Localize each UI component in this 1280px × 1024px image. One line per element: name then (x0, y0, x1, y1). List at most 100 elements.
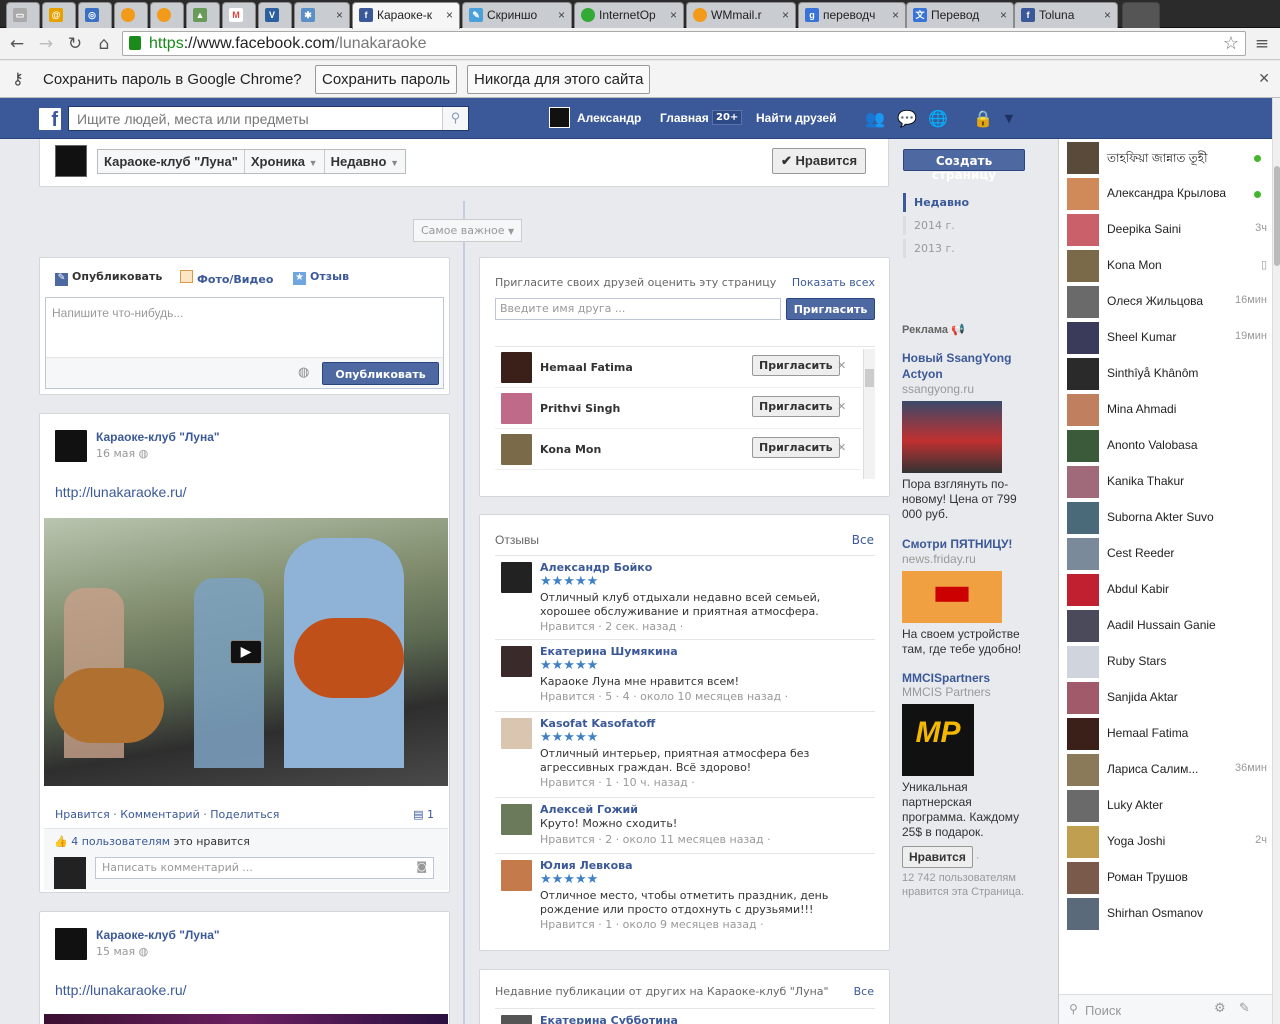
like-link[interactable]: Нравится (55, 808, 110, 821)
menu-icon[interactable]: ≡ (1252, 34, 1272, 54)
avatar[interactable] (501, 434, 532, 465)
audience-globe-icon[interactable]: ◍ (298, 365, 309, 380)
profile-link[interactable]: Александр (577, 111, 641, 125)
share-link[interactable]: Поделиться (210, 808, 279, 821)
video-thumbnail[interactable] (44, 1014, 448, 1024)
browser-tab[interactable]: @ (42, 2, 76, 28)
remove-icon[interactable]: ✕ (837, 359, 846, 372)
find-friends-link[interactable]: Найти друзей (756, 111, 836, 125)
avatar[interactable] (501, 1015, 532, 1024)
browser-tab[interactable]: M (222, 2, 256, 28)
back-icon[interactable]: ← (7, 34, 27, 54)
chat-friend-row[interactable]: Mina Ahmadi (1067, 393, 1267, 427)
home-icon[interactable]: ⌂ (94, 34, 114, 54)
avatar[interactable] (501, 804, 532, 835)
ad-title[interactable]: Новый SsangYong Actyon (902, 350, 1027, 382)
browser-tab[interactable]: WMmail.r × (686, 2, 796, 28)
privacy-lock-icon[interactable]: 🔒 (972, 109, 994, 129)
messages-icon[interactable]: 💬 (896, 109, 918, 129)
chat-friend-row[interactable]: Cest Reeder (1067, 537, 1267, 571)
new-tab-button[interactable] (1122, 2, 1160, 28)
browser-tab[interactable] (114, 2, 148, 28)
browser-tab[interactable]: g переводч × (798, 2, 906, 28)
tab-photo-video[interactable]: Фото/Видео (180, 270, 273, 286)
chat-friend-row[interactable]: Ruby Stars (1067, 645, 1267, 679)
post-link[interactable]: http://lunakaraoke.ru/ (55, 982, 187, 998)
share-count[interactable]: ▤ 1 (413, 808, 434, 821)
tab-review[interactable]: ★ Отзыв (293, 270, 349, 285)
composer-textarea[interactable]: Напишите что-нибудь... (52, 306, 183, 320)
post-author[interactable]: Караоке-клуб "Луна" (96, 928, 220, 942)
chat-friend-row[interactable]: Suborna Akter Suvo (1067, 501, 1267, 535)
url-bar[interactable]: https://www.facebook.com/lunakaraoke ☆ (122, 31, 1246, 56)
scrollbar-thumb[interactable] (1274, 166, 1280, 266)
chat-friend-row[interactable]: Yoga Joshi 2ч (1067, 825, 1267, 859)
invite-friend-button[interactable]: Пригласить (752, 437, 840, 458)
chat-friend-row[interactable]: Kona Mon ▯ (1067, 249, 1267, 283)
publish-button[interactable]: Опубликовать (322, 362, 439, 385)
review-meta[interactable]: Нравится · 1 · около 9 месяцев назад · (540, 918, 764, 931)
tab-publish[interactable]: ✎ Опубликовать (55, 270, 162, 286)
browser-tab[interactable]: ✎ Скриншо × (462, 2, 572, 28)
ad-title[interactable]: Смотри ПЯТНИЦУ! (902, 536, 1027, 552)
browser-tab[interactable]: 文 Перевод × (906, 2, 1014, 28)
facebook-logo[interactable]: f (39, 108, 61, 131)
page-logo[interactable] (55, 145, 87, 177)
ad-image-car[interactable] (902, 401, 1002, 473)
show-all-link[interactable]: Показать всех (792, 276, 875, 289)
close-tab-icon[interactable]: × (558, 8, 565, 22)
never-save-button[interactable]: Никогда для этого сайта (467, 65, 651, 94)
chat-friend-row[interactable]: Hemaal Fatima (1067, 717, 1267, 751)
reviewer-name[interactable]: Юлия Левкова (540, 859, 633, 872)
likers-link[interactable]: 4 пользователям (71, 835, 170, 848)
browser-tab[interactable]: ✱ × (294, 2, 350, 28)
close-tab-icon[interactable]: × (782, 8, 789, 22)
comment-link[interactable]: Комментарий (120, 808, 200, 821)
chat-friend-row[interactable]: Александра Крылова (1067, 177, 1267, 211)
reviewer-name[interactable]: Александр Бойко (540, 561, 652, 574)
ad-domain[interactable]: news.friday.ru (902, 552, 1027, 566)
avatar[interactable] (501, 860, 532, 891)
search-input[interactable]: Ищите людей, места или предметы ⚲ (68, 106, 469, 131)
page-scrollbar[interactable] (1272, 98, 1280, 1024)
comment-input[interactable]: Написать комментарий ... ◙ (95, 857, 434, 879)
chat-friend-row[interactable]: Kanika Thakur (1067, 465, 1267, 499)
video-thumbnail[interactable]: ▶ (44, 518, 448, 786)
post-date[interactable]: 15 мая ◍ (96, 945, 148, 958)
browser-tab-active[interactable]: f Караоке-к × (352, 2, 460, 29)
chat-friend-row[interactable]: Luky Akter (1067, 789, 1267, 823)
chat-friend-row[interactable]: Лариса Салим... 36мин (1067, 753, 1267, 787)
close-tab-icon[interactable]: × (1000, 8, 1007, 22)
ad-domain[interactable]: MMCIS Partners (902, 685, 1027, 699)
avatar[interactable] (549, 107, 570, 128)
close-tab-icon[interactable]: × (336, 8, 343, 22)
close-tab-icon[interactable]: × (892, 8, 899, 22)
ad-image-friday[interactable]: ▇▇▇ (902, 571, 1002, 623)
ad-domain[interactable]: ssangyong.ru (902, 382, 1027, 396)
ad-like-button[interactable]: Нравится (902, 846, 973, 868)
save-password-button[interactable]: Сохранить пароль (315, 65, 458, 94)
remove-icon[interactable]: ✕ (837, 400, 846, 413)
close-tab-icon[interactable]: × (670, 8, 677, 22)
chat-friend-row[interactable]: Abdul Kabir (1067, 573, 1267, 607)
ad-logo-mmcis[interactable]: MP (902, 704, 974, 776)
bookmark-star-icon[interactable]: ☆ (1223, 33, 1239, 54)
browser-tab[interactable]: f Toluna × (1014, 2, 1118, 28)
chat-friend-row[interactable]: Deepika Saini 3ч (1067, 213, 1267, 247)
remove-icon[interactable]: ✕ (837, 441, 846, 454)
chat-friend-row[interactable]: Sanjida Aktar (1067, 681, 1267, 715)
chat-friend-row[interactable]: Aadil Hussain Ganie (1067, 609, 1267, 643)
review-meta[interactable]: Нравится · 2 сек. назад · (540, 620, 683, 633)
invite-friend-button[interactable]: Пригласить (752, 355, 840, 376)
post-author[interactable]: Караоке-клуб "Луна" (96, 430, 220, 444)
reviewer-name[interactable]: Алексей Гожий (540, 803, 638, 816)
reviewer-name[interactable]: Kasofat Kasofatoff (540, 717, 655, 730)
close-icon[interactable]: ✕ (1258, 70, 1270, 87)
avatar[interactable] (501, 393, 532, 424)
notifications-globe-icon[interactable]: 🌐 (927, 109, 949, 129)
timeline-dropdown[interactable]: Хроника ▼ (245, 150, 325, 173)
invite-friend-button[interactable]: Пригласить (752, 396, 840, 417)
page-avatar[interactable] (55, 928, 87, 960)
browser-tab[interactable]: ▭ (6, 2, 40, 28)
filter-dropdown[interactable]: Самое важное ▼ (413, 219, 523, 242)
